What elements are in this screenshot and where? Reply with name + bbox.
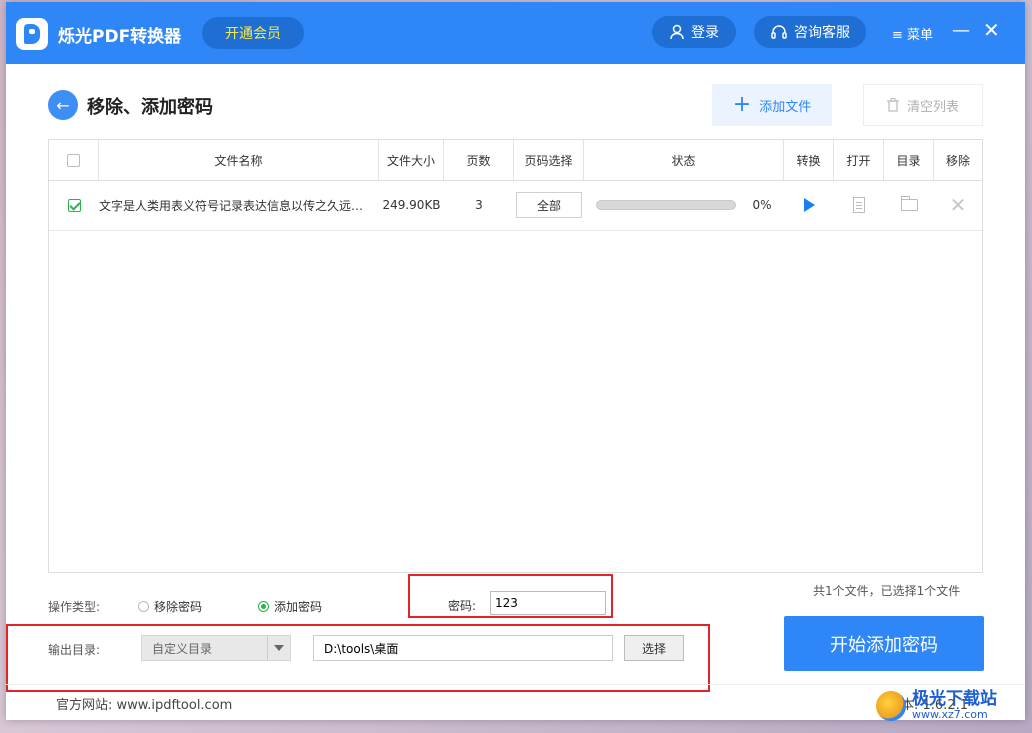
- customer-service-button[interactable]: 咨询客服: [754, 16, 866, 48]
- watermark-main-text: 极光下载站: [912, 689, 997, 710]
- add-password-radio[interactable]: [258, 601, 269, 612]
- column-header-remove: 移除: [945, 153, 970, 168]
- watermark-logo-icon: [876, 691, 906, 721]
- plus-icon: +: [732, 92, 752, 117]
- add-password-label: 添加密码: [274, 600, 323, 614]
- footer-divider: [6, 684, 1025, 685]
- column-header-open: 打开: [834, 140, 884, 180]
- column-header-convert: 转换: [784, 140, 834, 180]
- column-header-folder: 目录: [884, 140, 934, 180]
- column-header-name: 文件名称: [99, 140, 379, 180]
- select-all-checkbox[interactable]: [67, 153, 80, 167]
- remove-icon[interactable]: ✕: [950, 193, 967, 217]
- file-size: 249.90KB: [382, 198, 441, 212]
- output-path-input[interactable]: [313, 635, 613, 661]
- column-header-size: 文件大小: [379, 140, 444, 180]
- app-window: 烁光PDF转换器 开通会员 登录 咨询客服 ≡ 菜单 — ✕ ← 移除、添加密码…: [6, 2, 1025, 721]
- page-select-button[interactable]: 全部: [516, 192, 582, 218]
- clear-list-label: 清空列表: [906, 99, 959, 115]
- document-icon[interactable]: [853, 197, 865, 213]
- operation-type-label: 操作类型:: [48, 600, 101, 614]
- file-count-text: 共1个文件，已选择1个文件: [813, 584, 961, 598]
- app-logo-icon: [16, 18, 48, 50]
- watermark: 极光下载站 www.xz7.com: [876, 686, 1026, 726]
- page-title: 移除、添加密码: [87, 97, 213, 118]
- add-password-option[interactable]: 添加密码: [258, 598, 322, 615]
- user-icon: [670, 24, 684, 40]
- login-button[interactable]: 登录: [652, 16, 736, 48]
- choose-dir-button[interactable]: 选择: [624, 635, 684, 661]
- website-text: 官方网站: www.ipdftool.com: [56, 698, 233, 713]
- clear-list-button[interactable]: 清空列表: [863, 84, 983, 126]
- chevron-down-icon[interactable]: [267, 636, 290, 660]
- password-input[interactable]: [490, 591, 606, 615]
- file-table: 文件名称 文件大小 页数 页码选择 状态 转换 打开 目录 移除 文字是人类用表…: [48, 139, 983, 573]
- title-bar: 烁光PDF转换器 开通会员 登录 咨询客服 ≡ 菜单 — ✕: [6, 2, 1025, 64]
- table-row: 文字是人类用表义符号记录表达信息以传之久远的方式和工具 249.90KB 3 全…: [49, 180, 982, 231]
- output-dir-label: 输出目录:: [48, 643, 101, 657]
- password-label: 密码:: [448, 599, 477, 613]
- vip-button[interactable]: 开通会员: [202, 17, 304, 49]
- hamburger-icon: ≡: [892, 28, 903, 43]
- remove-password-option[interactable]: 移除密码: [138, 598, 202, 615]
- page-count: 3: [475, 198, 483, 212]
- remove-password-label: 移除密码: [154, 600, 203, 614]
- start-add-password-button[interactable]: 开始添加密码: [784, 616, 984, 671]
- login-label: 登录: [691, 25, 719, 41]
- headset-icon: [771, 25, 787, 39]
- progress-text: 0%: [752, 198, 772, 212]
- folder-icon[interactable]: [900, 196, 918, 211]
- add-file-label: 添加文件: [759, 99, 812, 115]
- trash-icon: [886, 98, 899, 112]
- progress-bar: [596, 200, 737, 210]
- watermark-sub-text: www.xz7.com: [912, 708, 988, 722]
- menu-label: 菜单: [907, 28, 934, 43]
- column-header-status: 状态: [584, 140, 784, 180]
- service-label: 咨询客服: [794, 25, 850, 41]
- output-mode-select[interactable]: 自定义目录: [141, 635, 291, 661]
- back-button[interactable]: ←: [48, 90, 78, 120]
- file-name: 文字是人类用表义符号记录表达信息以传之久远的方式和工具: [99, 198, 374, 213]
- close-button[interactable]: ✕: [983, 18, 1000, 42]
- play-icon[interactable]: [803, 198, 815, 212]
- app-title: 烁光PDF转换器: [58, 27, 182, 47]
- table-header: 文件名称 文件大小 页数 页码选择 状态 转换 打开 目录 移除: [49, 140, 982, 181]
- menu-button[interactable]: ≡ 菜单: [892, 24, 933, 43]
- column-header-page-select: 页码选择: [514, 140, 584, 180]
- column-header-pages: 页数: [444, 140, 514, 180]
- output-mode-value: 自定义目录: [152, 641, 213, 656]
- row-checkbox[interactable]: [67, 198, 81, 212]
- minimize-button[interactable]: —: [952, 20, 970, 41]
- remove-password-radio[interactable]: [138, 601, 149, 612]
- add-file-button[interactable]: + 添加文件: [712, 84, 832, 126]
